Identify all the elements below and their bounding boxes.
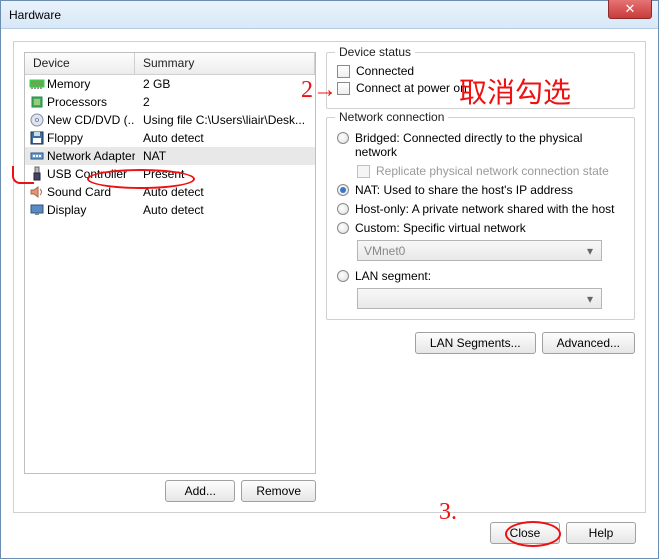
row-device-cell: USB Controller <box>25 166 135 182</box>
row-device-cell: Processors <box>25 94 135 110</box>
device-name: Sound Card <box>47 185 111 199</box>
help-button[interactable]: Help <box>566 522 636 544</box>
content-area: Device Summary Memory2 GBProcessors2New … <box>1 29 658 558</box>
header-summary[interactable]: Summary <box>135 53 315 74</box>
cpu-icon <box>29 94 45 110</box>
net-icon <box>29 148 45 164</box>
replicate-checkbox <box>357 165 370 178</box>
table-row[interactable]: Network AdapterNAT <box>25 147 315 165</box>
row-device-cell: Display <box>25 202 135 218</box>
memory-icon <box>29 76 45 92</box>
row-device-cell: Floppy <box>25 130 135 146</box>
lan-segments-button[interactable]: LAN Segments... <box>415 332 536 354</box>
network-connection-title: Network connection <box>335 110 448 124</box>
lan-segment-label: LAN segment: <box>355 269 431 283</box>
host-only-label: Host-only: A private network shared with… <box>355 202 614 216</box>
custom-label: Custom: Specific virtual network <box>355 221 526 235</box>
row-device-cell: Memory <box>25 76 135 92</box>
close-button[interactable]: Close <box>490 522 560 544</box>
window-close-button[interactable]: ✕ <box>608 0 652 19</box>
sound-icon <box>29 184 45 200</box>
right-buttons: LAN Segments... Advanced... <box>326 332 635 354</box>
row-summary-cell: 2 GB <box>135 77 315 91</box>
custom-network-value: VMnet0 <box>364 244 405 258</box>
table-row[interactable]: Processors 2 <box>25 93 315 111</box>
table-row[interactable]: USB Controller Present <box>25 165 315 183</box>
nat-label: NAT: Used to share the host's IP address <box>355 183 573 197</box>
row-summary-cell: Auto detect <box>135 185 315 199</box>
row-device-cell: New CD/DVD (... <box>25 112 135 128</box>
header-device[interactable]: Device <box>25 53 135 74</box>
table-row[interactable]: Memory 2 GB <box>25 75 315 93</box>
titlebar: Hardware ✕ <box>1 1 658 29</box>
bridged-radio[interactable] <box>337 132 349 144</box>
list-body: Memory2 GBProcessors2New CD/DVD (...Usin… <box>25 75 315 219</box>
table-row[interactable]: Floppy Auto detect <box>25 129 315 147</box>
usb-icon <box>29 166 45 182</box>
device-name: Floppy <box>47 131 83 145</box>
right-column: Device status Connected Connect at power… <box>326 52 635 502</box>
lan-segment-radio[interactable] <box>337 270 349 282</box>
device-name: Processors <box>47 95 107 109</box>
main-panel: Device Summary Memory2 GBProcessors2New … <box>13 41 646 513</box>
bridged-label: Bridged: Connected directly to the physi… <box>355 131 624 159</box>
left-column: Device Summary Memory2 GBProcessors2New … <box>24 52 316 502</box>
row-summary-cell: NAT <box>135 149 315 163</box>
remove-button[interactable]: Remove <box>241 480 316 502</box>
row-device-cell: Sound Card <box>25 184 135 200</box>
device-name: USB Controller <box>47 167 127 181</box>
device-name: New CD/DVD (... <box>47 113 135 127</box>
list-header: Device Summary <box>25 53 315 75</box>
connected-label: Connected <box>356 64 414 78</box>
chevron-down-icon: ▾ <box>583 292 597 306</box>
floppy-icon <box>29 130 45 146</box>
nat-radio[interactable] <box>337 184 349 196</box>
connected-checkbox[interactable] <box>337 65 350 78</box>
row-summary-cell: Auto detect <box>135 131 315 145</box>
host-only-radio[interactable] <box>337 203 349 215</box>
row-summary-cell: 2 <box>135 95 315 109</box>
display-icon <box>29 202 45 218</box>
table-row[interactable]: New CD/DVD (...Using file C:\Users\liair… <box>25 111 315 129</box>
row-summary-cell: Present <box>135 167 315 181</box>
connect-at-power-on-label: Connect at power on <box>356 81 467 95</box>
left-buttons: Add... Remove <box>24 480 316 502</box>
device-status-group: Device status Connected Connect at power… <box>326 52 635 109</box>
advanced-button[interactable]: Advanced... <box>542 332 635 354</box>
row-summary-cell: Auto detect <box>135 203 315 217</box>
lan-segment-combo: ▾ <box>357 288 602 309</box>
table-row[interactable]: Sound Card Auto detect <box>25 183 315 201</box>
row-summary-cell: Using file C:\Users\liair\Desk... <box>135 113 315 127</box>
custom-network-combo: VMnet0 ▾ <box>357 240 602 261</box>
window-title: Hardware <box>9 8 61 22</box>
footer-buttons: Close Help <box>490 522 636 544</box>
device-name: Memory <box>47 77 90 91</box>
device-status-title: Device status <box>335 45 415 59</box>
hardware-window: Hardware ✕ Device Summary Memory 2 GB Proc… <box>0 0 659 559</box>
connect-at-power-on-checkbox[interactable] <box>337 82 350 95</box>
replicate-label: Replicate physical network connection st… <box>376 164 609 178</box>
device-list[interactable]: Device Summary Memory2 GBProcessors2New … <box>24 52 316 474</box>
add-button[interactable]: Add... <box>165 480 235 502</box>
chevron-down-icon: ▾ <box>583 244 597 258</box>
table-row[interactable]: Display Auto detect <box>25 201 315 219</box>
device-name: Display <box>47 203 86 217</box>
cd-icon <box>29 112 45 128</box>
device-name: Network Adapter <box>47 149 135 163</box>
row-device-cell: Network Adapter <box>25 148 135 164</box>
network-connection-group: Network connection Bridged: Connected di… <box>326 117 635 320</box>
custom-radio[interactable] <box>337 222 349 234</box>
